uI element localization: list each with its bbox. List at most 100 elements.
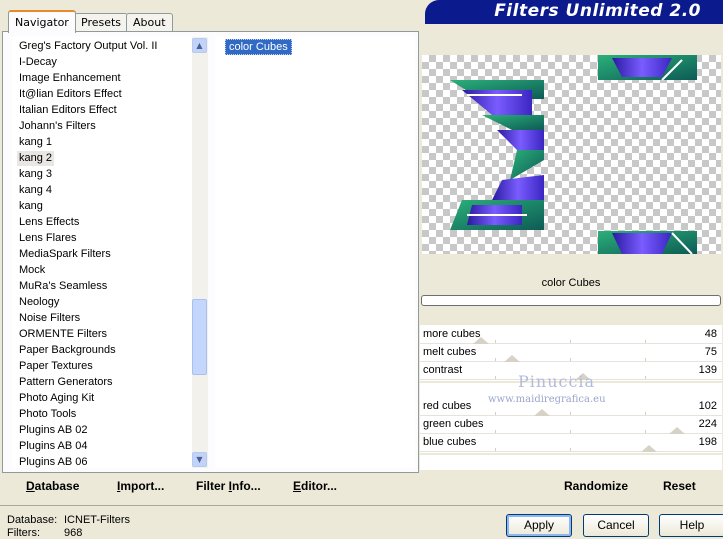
slider-row[interactable]: melt cubes 75 [420,345,722,362]
progress-bar [421,295,721,306]
tab-navigator[interactable]: Navigator [8,10,76,33]
category-item[interactable]: kang 2 [17,151,55,166]
slider-track[interactable] [420,451,722,452]
category-item[interactable]: Lens Effects [17,215,81,230]
slider-knob[interactable] [669,427,685,434]
slider-knob[interactable] [534,409,550,416]
preview-filter-name: color Cubes [541,277,601,289]
category-scrollbar[interactable]: ▲ ▼ [192,37,208,468]
preview-image [422,55,721,254]
category-item[interactable]: Photo Aging Kit [17,391,96,406]
category-item[interactable]: Italian Editors Effect [17,103,119,118]
category-list[interactable]: Greg's Factory Output Vol. II I-Decay Imag… [12,36,192,468]
right-toolbar: Randomize Reset [420,474,722,499]
slider-row[interactable]: more cubes 48 [420,327,722,344]
title-banner: Filters Unlimited 2.0 [425,0,723,24]
slider-row[interactable]: green cubes 224 [420,417,722,434]
category-item[interactable]: Mock [17,263,47,278]
category-item[interactable]: Pattern Generators [17,375,115,390]
slider-tick [570,340,571,343]
slider-tick [645,376,646,379]
status-filters-value: 968 [64,527,83,539]
category-item[interactable]: Paper Textures [17,359,95,374]
slider-tick [495,358,496,361]
category-item[interactable]: Johann's Filters [17,119,98,134]
tab-presets[interactable]: Presets [74,13,129,31]
slider-tick [495,412,496,415]
slider-tick [645,430,646,433]
slider-tick [645,340,646,343]
help-button[interactable]: Help [659,514,723,537]
category-item[interactable]: Neology [17,295,61,310]
scroll-down-icon[interactable]: ▼ [192,452,207,467]
database-button[interactable]: Database [26,479,79,493]
watermark-name: Pinuccia [518,372,596,391]
reset-button[interactable]: Reset [663,479,696,493]
category-item[interactable]: Plugins AB 02 [17,423,90,438]
slider-label: contrast [423,364,463,376]
slider-knob[interactable] [641,445,657,452]
slider-divider [420,453,722,455]
category-item[interactable]: Paper Backgrounds [17,343,118,358]
category-item[interactable]: kang 1 [17,135,54,150]
slider-tick [570,358,571,361]
category-item[interactable]: I-Decay [17,55,59,70]
slider-value: 75 [704,346,717,358]
slider-row[interactable]: blue cubes 198 [420,435,722,452]
category-item[interactable]: Photo Tools [17,407,78,422]
slider-value: 48 [704,328,717,340]
category-item[interactable]: ORMENTE Filters [17,327,109,342]
slider-value: 224 [698,418,717,430]
slider-tick [645,412,646,415]
slider-tick [495,430,496,433]
filter-info-button[interactable]: Filter Info... [196,479,261,493]
slider-label: blue cubes [423,436,477,448]
category-item[interactable]: Noise Filters [17,311,82,326]
slider-value: 102 [698,400,717,412]
category-item[interactable]: Plugins AB 06 [17,455,90,468]
slider-knob[interactable] [504,355,520,362]
slider-label: melt cubes [423,346,477,358]
slider-tick [495,340,496,343]
slider-label: red cubes [423,400,472,412]
tab-about[interactable]: About [126,13,173,31]
category-item[interactable]: It@lian Editors Effect [17,87,124,102]
apply-button[interactable]: Apply [506,514,572,537]
slider-tick [495,376,496,379]
slider-tick [570,448,571,451]
status-database-value: ICNET-Filters [64,514,130,526]
category-item[interactable]: MuRa's Seamless [17,279,109,294]
category-item[interactable]: Plugins AB 04 [17,439,90,454]
randomize-button[interactable]: Randomize [564,479,628,493]
category-item[interactable]: Greg's Factory Output Vol. II [17,39,159,54]
slider-track[interactable] [420,343,722,344]
status-filters-label: Filters: [7,527,40,539]
import-button[interactable]: Import... [117,479,164,493]
slider-label: green cubes [423,418,484,430]
slider-tick [645,358,646,361]
filter-item-color-cubes[interactable]: color Cubes [225,39,292,55]
left-toolbar: Database Import... Filter Info... Editor… [9,474,416,499]
slider-track[interactable] [420,361,722,362]
slider-track[interactable] [420,415,722,416]
slider-knob[interactable] [473,337,489,344]
scroll-up-icon[interactable]: ▲ [192,38,207,53]
slider-label: more cubes [423,328,481,340]
filter-list[interactable]: color Cubes [215,36,415,468]
editor-button[interactable]: Editor... [293,479,337,493]
category-item[interactable]: kang 4 [17,183,54,198]
category-item[interactable]: kang [17,199,45,214]
category-item[interactable]: Image Enhancement [17,71,123,86]
slider-value: 139 [698,364,717,376]
scroll-thumb[interactable] [192,299,207,375]
watermark-url: www.maidiregrafica.eu [488,394,606,405]
category-item[interactable]: MediaSpark Filters [17,247,113,262]
cancel-button[interactable]: Cancel [583,514,649,537]
slider-tick [570,430,571,433]
category-item[interactable]: Lens Flares [17,231,78,246]
app-title: Filters Unlimited 2.0 [494,1,701,21]
slider-tick [570,412,571,415]
slider-value: 198 [698,436,717,448]
category-item[interactable]: kang 3 [17,167,54,182]
status-database-label: Database: [7,514,58,526]
